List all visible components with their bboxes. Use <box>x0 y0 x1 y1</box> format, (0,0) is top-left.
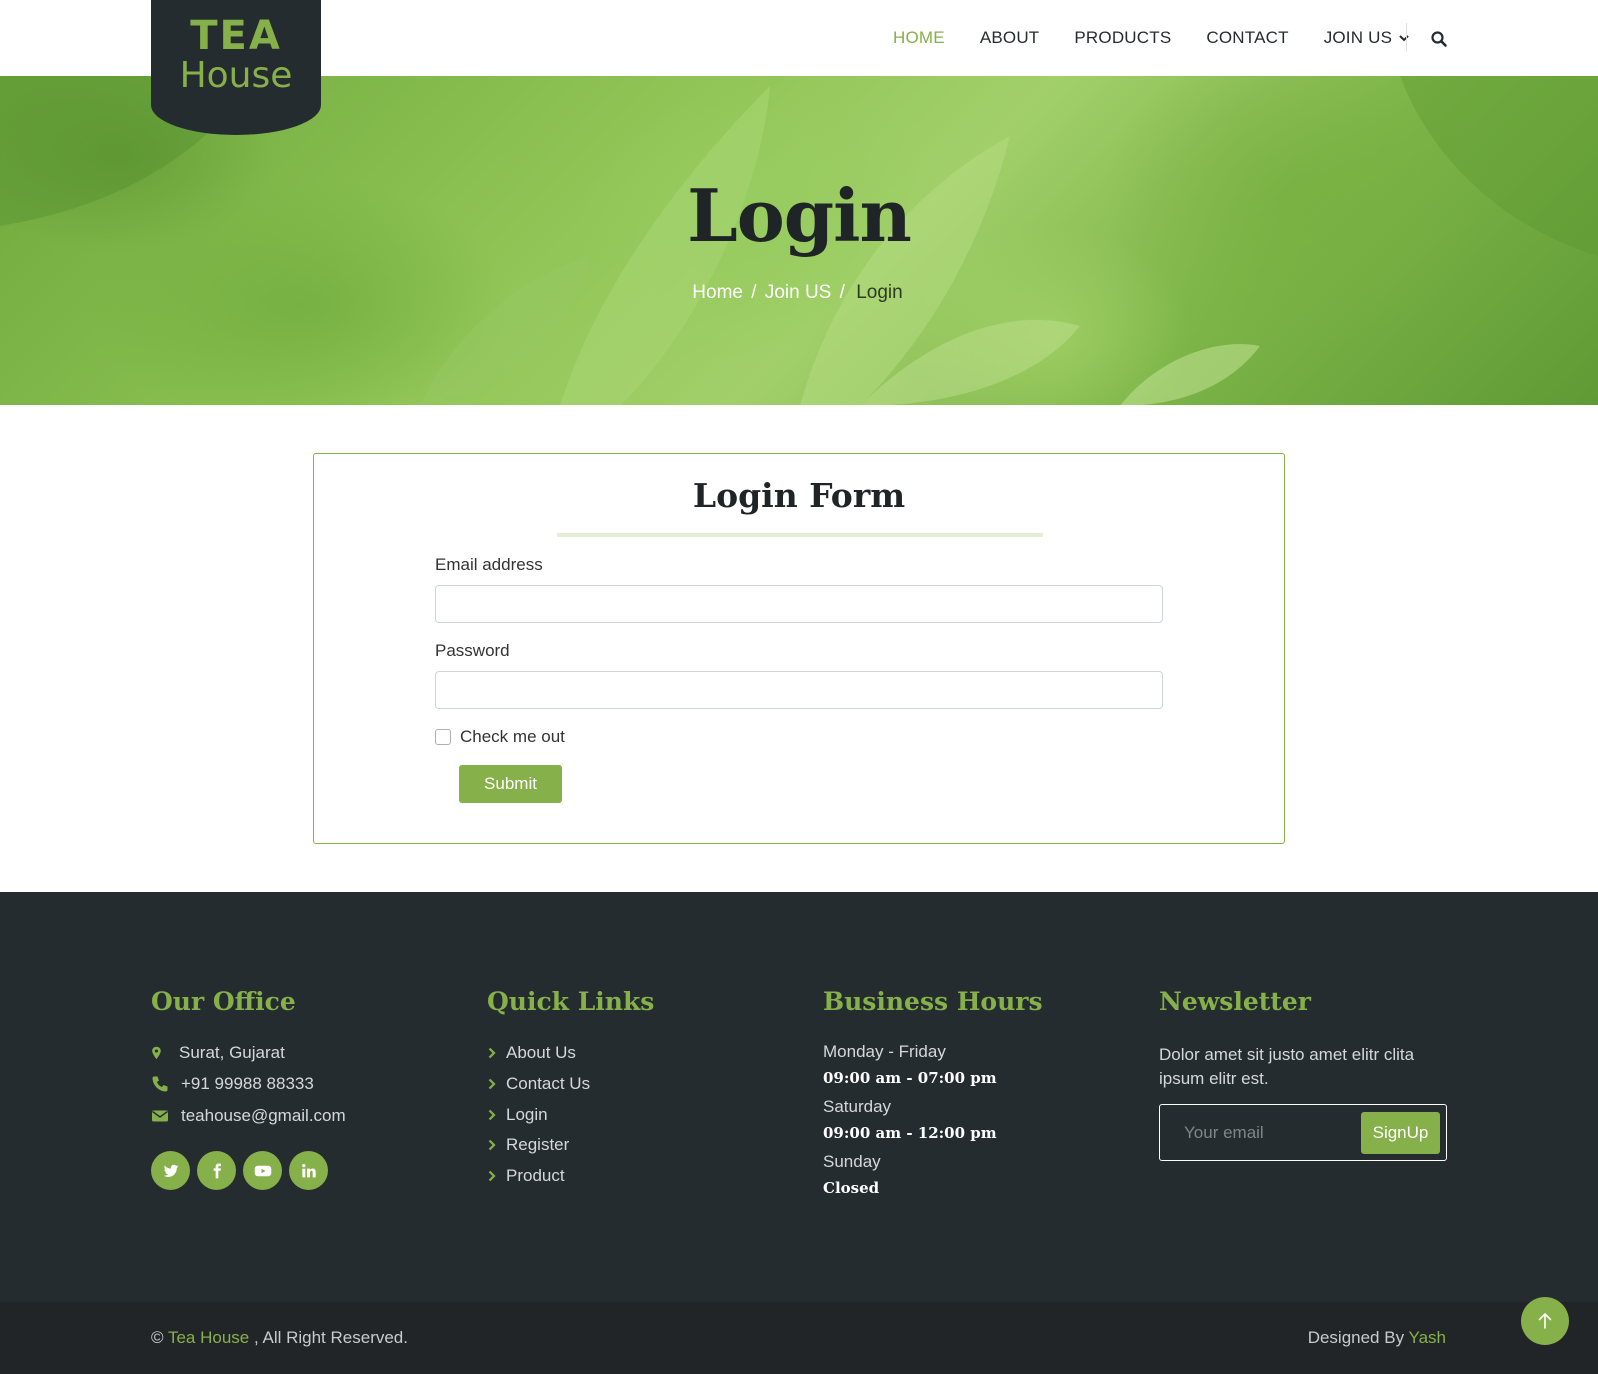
breadcrumb-current: Login <box>856 282 903 303</box>
chevron-down-icon <box>1399 35 1409 42</box>
footer-business-hours: Business Hours Monday - Friday 09:00 am … <box>823 987 1123 1217</box>
newsletter-signup-button[interactable]: SignUp <box>1361 1112 1440 1154</box>
nav-about[interactable]: ABOUT <box>980 28 1040 48</box>
nav-products[interactable]: PRODUCTS <box>1074 28 1171 48</box>
quick-links-title: Quick Links <box>487 987 655 1016</box>
business-hours-title: Business Hours <box>823 987 1043 1016</box>
chevron-right-icon <box>488 1170 496 1182</box>
logo-line-1: TEA <box>190 13 282 59</box>
breadcrumb-join-us[interactable]: Join US <box>765 282 832 303</box>
facebook-icon <box>213 1163 221 1178</box>
copyright-suffix: , All Right Reserved. <box>253 1328 408 1347</box>
facebook-button[interactable] <box>197 1151 236 1190</box>
newsletter-title: Newsletter <box>1159 987 1311 1016</box>
copyright-text: © Tea House , All Right Reserved. <box>151 1328 408 1348</box>
footer-office: Our Office Surat, Gujarat +91 99988 8833… <box>151 987 451 1217</box>
quick-link-label: Login <box>506 1105 548 1124</box>
login-form-card: Login Form Email address Password Check … <box>313 453 1285 844</box>
quick-link-contact-us[interactable]: Contact Us <box>487 1074 590 1094</box>
footer-newsletter: Newsletter Dolor amet sit justo amet eli… <box>1159 987 1459 1217</box>
copyright-symbol: © <box>151 1328 164 1347</box>
quick-link-label: About Us <box>506 1043 576 1062</box>
form-title: Login Form <box>692 476 906 515</box>
office-address-text: Surat, Gujarat <box>179 1043 285 1062</box>
twitter-button[interactable] <box>151 1151 190 1190</box>
email-input[interactable] <box>435 585 1163 623</box>
search-icon[interactable] <box>1430 30 1448 48</box>
copyright-brand-link[interactable]: Tea House <box>168 1328 249 1347</box>
office-address: Surat, Gujarat <box>151 1043 285 1063</box>
nav-home[interactable]: HOME <box>893 28 945 48</box>
quick-link-register[interactable]: Register <box>487 1135 569 1155</box>
hours-day: Monday - Friday <box>823 1042 946 1061</box>
office-phone-text: +91 99988 88333 <box>181 1074 314 1093</box>
office-phone: +91 99988 88333 <box>151 1074 314 1094</box>
check-me-out-checkbox[interactable] <box>435 729 451 745</box>
title-underline <box>557 533 1043 537</box>
check-row: Check me out <box>435 727 565 747</box>
chevron-right-icon <box>488 1139 496 1151</box>
arrow-up-icon <box>1538 1312 1552 1329</box>
quick-link-login[interactable]: Login <box>487 1105 548 1125</box>
youtube-button[interactable] <box>243 1151 282 1190</box>
password-label: Password <box>435 641 510 660</box>
social-links <box>151 1151 335 1190</box>
map-marker-icon <box>152 1046 161 1060</box>
chevron-right-icon <box>488 1109 496 1121</box>
quick-link-product[interactable]: Product <box>487 1166 565 1186</box>
designed-by-text: Designed By Yash <box>1308 1328 1446 1348</box>
logo[interactable]: TEA House <box>151 0 321 135</box>
submit-button[interactable]: Submit <box>459 765 562 803</box>
nav-menu: HOME ABOUT PRODUCTS CONTACT JOIN US <box>893 26 1445 50</box>
footer: Our Office Surat, Gujarat +91 99988 8833… <box>0 892 1598 1302</box>
chevron-right-icon <box>488 1047 496 1059</box>
copyright-bar: © Tea House , All Right Reserved. Design… <box>0 1302 1598 1374</box>
chevron-right-icon <box>488 1078 496 1090</box>
quick-link-label: Contact Us <box>506 1074 591 1093</box>
newsletter-form: SignUp <box>1159 1104 1447 1161</box>
envelope-icon <box>152 1110 168 1122</box>
youtube-icon <box>254 1165 271 1176</box>
hours-day: Saturday <box>823 1097 892 1116</box>
footer-quick-links: Quick Links About Us Contact Us Login Re… <box>487 987 787 1217</box>
hours-time: Closed <box>823 1179 880 1197</box>
designer-link[interactable]: Yash <box>1409 1328 1447 1347</box>
quick-link-label: Register <box>506 1135 570 1154</box>
hours-time: 09:00 am - 12:00 pm <box>823 1124 997 1142</box>
nav-divider <box>1406 23 1407 51</box>
nav-join-us-label: JOIN US <box>1323 28 1393 47</box>
office-title: Our Office <box>151 987 296 1016</box>
office-email-text: teahouse@gmail.com <box>181 1106 346 1125</box>
check-me-out-label[interactable]: Check me out <box>460 727 565 747</box>
breadcrumb-separator: / <box>751 282 757 303</box>
password-input[interactable] <box>435 671 1163 709</box>
quick-link-label: Product <box>506 1166 565 1185</box>
hours-time: 09:00 am - 07:00 pm <box>823 1069 997 1087</box>
quick-link-about-us[interactable]: About Us <box>487 1043 576 1063</box>
nav-contact[interactable]: CONTACT <box>1206 28 1288 48</box>
newsletter-email-input[interactable] <box>1172 1115 1362 1151</box>
hours-day: Sunday <box>823 1152 881 1171</box>
page-title: Login <box>687 173 912 258</box>
linkedin-icon <box>301 1163 316 1177</box>
office-email: teahouse@gmail.com <box>151 1106 346 1126</box>
breadcrumb-home[interactable]: Home <box>692 282 743 303</box>
linkedin-button[interactable] <box>289 1151 328 1190</box>
back-to-top-button[interactable] <box>1521 1297 1569 1345</box>
breadcrumb-separator: / <box>839 282 845 303</box>
twitter-icon <box>163 1164 178 1177</box>
newsletter-text: Dolor amet sit justo amet elitr clita ip… <box>1159 1045 1415 1088</box>
designed-by-prefix: Designed By <box>1307 1328 1405 1347</box>
logo-line-2: House <box>179 55 293 96</box>
phone-icon <box>152 1076 168 1092</box>
breadcrumb: Home / Join US / Login <box>0 282 1598 304</box>
email-label: Email address <box>435 555 543 574</box>
nav-join-us[interactable]: JOIN US <box>1324 28 1410 48</box>
